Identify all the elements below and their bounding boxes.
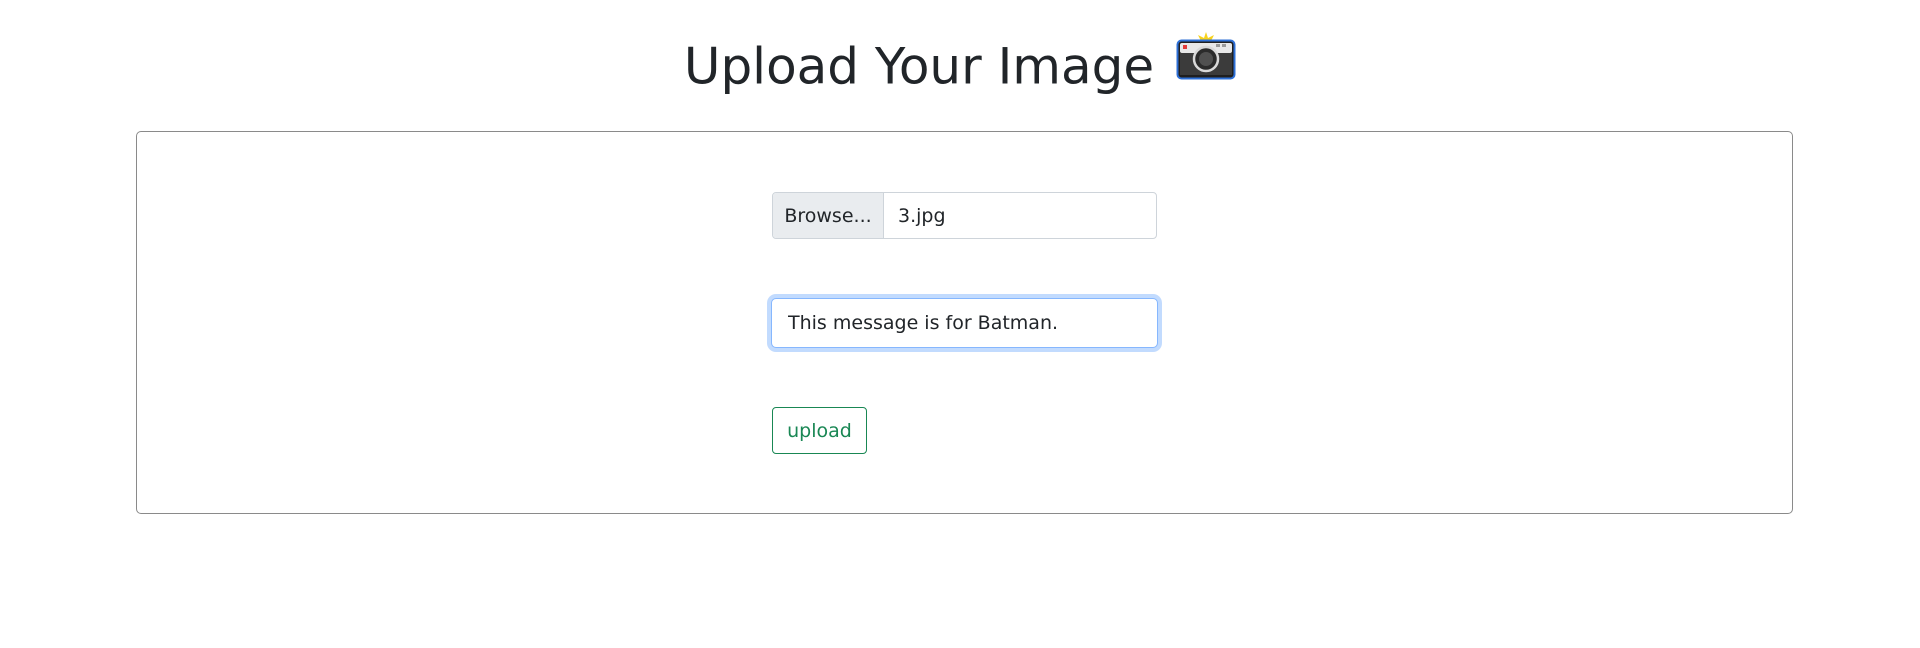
browse-button[interactable]: Browse... — [773, 193, 884, 238]
message-input[interactable] — [771, 298, 1158, 348]
upload-page: Upload Your Image Browse... 3.jpg This m… — [0, 0, 1920, 648]
file-input[interactable]: Browse... 3.jpg — [772, 192, 1157, 239]
upload-button[interactable]: upload — [772, 407, 867, 454]
page-title: Upload Your Image — [0, 28, 1920, 102]
camera-with-flash-icon — [1176, 28, 1236, 98]
selected-file-name: 3.jpg — [898, 204, 946, 227]
page-title-text: Upload Your Image — [683, 37, 1155, 96]
